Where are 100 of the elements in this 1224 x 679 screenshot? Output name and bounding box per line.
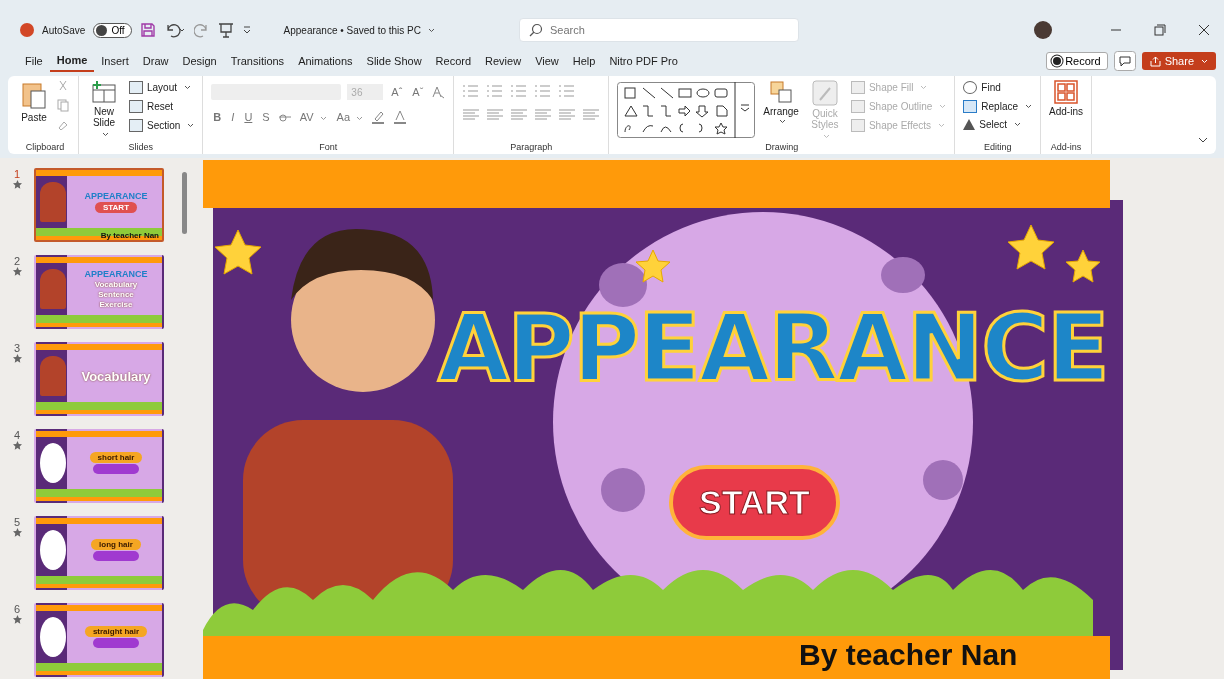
ribbon-tab[interactable]: Transitions: [223, 51, 292, 71]
editing-option[interactable]: Select: [963, 118, 1033, 131]
ribbon-tab[interactable]: Nitro PDF Pro: [602, 51, 685, 71]
slides-option[interactable]: Layout: [129, 80, 195, 95]
group-label: Paragraph: [510, 142, 553, 152]
slides-option[interactable]: Section: [129, 118, 195, 133]
caret-icon: [938, 123, 946, 128]
ribbon-tab[interactable]: Home: [49, 50, 95, 72]
scrollbar-thumb[interactable]: [182, 172, 187, 234]
slide-number: 2: [13, 255, 21, 267]
thumbnail-figure: [40, 617, 66, 657]
group-label: Slides: [128, 142, 153, 152]
redo-icon[interactable]: [193, 22, 210, 38]
record-button[interactable]: Record: [1046, 52, 1108, 70]
paste-button[interactable]: Paste: [20, 80, 48, 123]
thumbnail-word: straight hair: [84, 626, 148, 637]
document-title[interactable]: Appearance • Saved to this PC: [277, 23, 441, 37]
thumbnail-text: Exercise: [99, 300, 133, 309]
new-slide-button[interactable]: New Slide: [87, 80, 121, 139]
star-icon: [12, 528, 22, 537]
search-field[interactable]: Search: [519, 18, 799, 42]
caret-icon: [102, 132, 109, 137]
crater: [601, 468, 645, 512]
add-ins-button[interactable]: Add-ins: [1049, 80, 1083, 117]
slide-author-text: By teacher Nan: [799, 638, 1018, 672]
list-icon[interactable]: [558, 84, 577, 98]
change-case-button[interactable]: Aa: [334, 111, 366, 123]
font-size-button[interactable]: Aˆ: [389, 86, 405, 98]
align-icon[interactable]: [558, 108, 577, 122]
format-button[interactable]: U: [242, 111, 255, 123]
editing-option[interactable]: Replace: [963, 99, 1033, 114]
thumbnail-word: long hair: [91, 539, 141, 550]
group-label: Font: [319, 142, 338, 152]
caret-icon: [920, 85, 928, 90]
autosave-toggle[interactable]: Off: [93, 22, 132, 38]
start-button[interactable]: START: [669, 465, 840, 540]
editing-option[interactable]: Find: [963, 80, 1033, 95]
presentation-icon[interactable]: [217, 22, 234, 38]
font-color-icon[interactable]: [393, 110, 408, 124]
crater: [923, 460, 963, 500]
customize-icon[interactable]: [241, 25, 252, 35]
share-button[interactable]: Share: [1141, 52, 1216, 70]
editing-icon: [963, 100, 978, 113]
slides-option[interactable]: Reset: [129, 99, 195, 114]
align-icon[interactable]: [462, 108, 481, 122]
thumbnail-title: APPEARANCE: [84, 269, 148, 279]
collapse-ribbon-icon[interactable]: [1198, 136, 1208, 144]
avatar[interactable]: [1034, 21, 1052, 39]
ribbon-tab[interactable]: Design: [175, 51, 224, 71]
align-icon[interactable]: [534, 108, 553, 122]
restore-icon[interactable]: [1154, 24, 1166, 36]
close-icon[interactable]: [1198, 24, 1210, 36]
format-button[interactable]: I: [229, 111, 237, 123]
ribbon-tab[interactable]: Record: [428, 51, 479, 71]
group-label: Add-ins: [1050, 142, 1082, 152]
copy-icon[interactable]: [56, 98, 70, 112]
ribbon-tab[interactable]: Slide Show: [359, 51, 429, 71]
layout-icon: [129, 81, 143, 94]
slide-number: 6: [13, 603, 21, 615]
slide-thumbnail[interactable]: short hair: [34, 429, 164, 503]
caret-icon: [1025, 104, 1033, 109]
list-icon[interactable]: [486, 84, 505, 98]
ribbon-tab[interactable]: Animations: [291, 51, 360, 71]
slide-number: 1: [13, 168, 21, 180]
thumbnail-button: START: [94, 202, 138, 213]
align-icon[interactable]: [510, 108, 529, 122]
align-icon[interactable]: [486, 108, 505, 122]
format-button[interactable]: S: [260, 111, 272, 123]
character-spacing-button[interactable]: AV: [297, 111, 329, 123]
ribbon-tab[interactable]: Insert: [94, 51, 136, 71]
shapes-gallery[interactable]: [617, 82, 756, 138]
ribbon-tab[interactable]: File: [18, 51, 50, 71]
thumbnail-heading: Vocabulary: [81, 368, 151, 384]
slide-number: 3: [13, 342, 21, 354]
arrange-button[interactable]: Arrange: [763, 80, 799, 124]
caret-icon: [319, 116, 327, 121]
font-size-button[interactable]: Aˇ: [410, 86, 426, 98]
caret-icon: [1014, 122, 1022, 127]
save-icon[interactable]: [139, 22, 156, 38]
crater: [599, 263, 647, 307]
star-icon: [12, 267, 22, 276]
list-icon[interactable]: [462, 84, 481, 98]
autosave-label: AutoSave: [42, 24, 86, 36]
format-button[interactable]: B: [211, 111, 224, 123]
ribbon-tab[interactable]: Review: [478, 51, 529, 71]
slide-thumbnail[interactable]: straight hair: [34, 603, 164, 677]
ribbon-tab[interactable]: View: [528, 51, 566, 71]
group-label: Editing: [983, 142, 1012, 152]
thumbnail-text: Sentence: [98, 290, 134, 299]
align-icon[interactable]: [582, 108, 601, 122]
comment-icon[interactable]: [1113, 51, 1136, 71]
star-drawing: [1007, 224, 1055, 270]
slide-thumbnail[interactable]: long hair: [34, 516, 164, 590]
caret-icon: [1201, 58, 1208, 64]
list-icon[interactable]: [534, 84, 553, 98]
clear-format-icon[interactable]: [431, 85, 446, 99]
list-icon[interactable]: [510, 84, 529, 98]
ribbon-tab[interactable]: Help: [565, 51, 603, 71]
strikethrough-icon[interactable]: [277, 111, 292, 123]
ribbon-tab[interactable]: Draw: [135, 51, 176, 71]
